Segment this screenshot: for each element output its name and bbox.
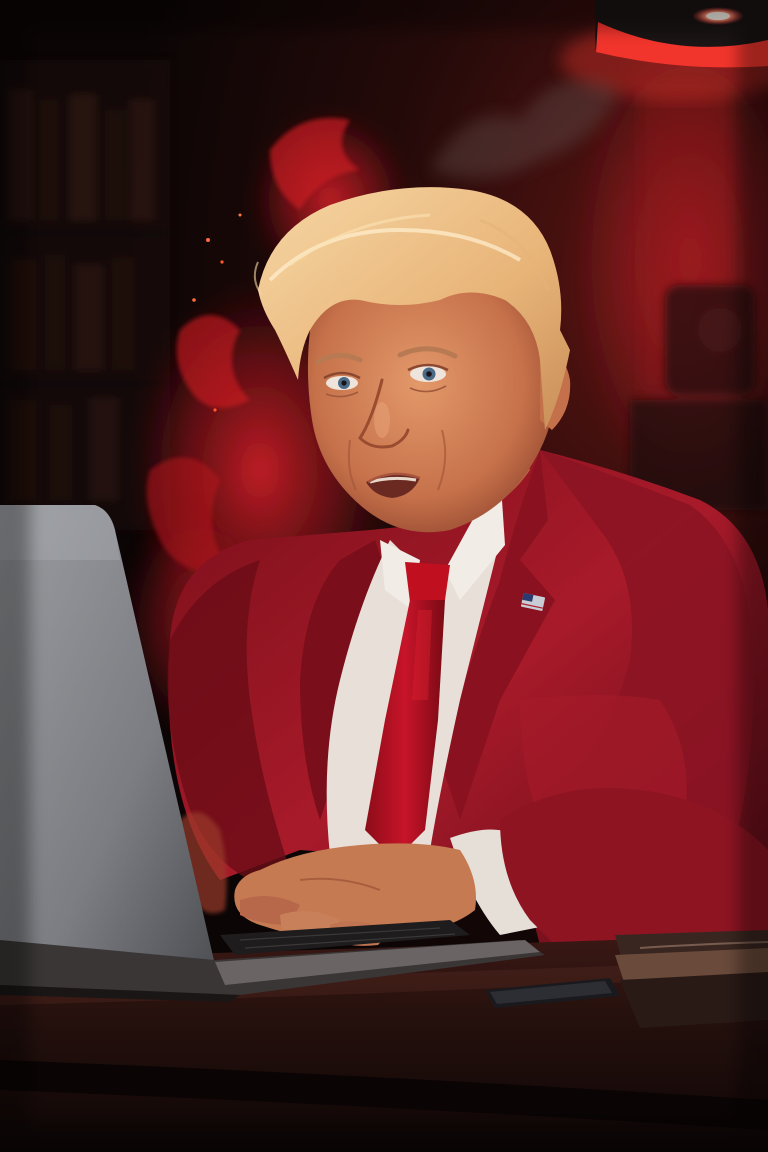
nose-highlight	[374, 402, 390, 438]
photo-scene	[0, 0, 768, 1152]
